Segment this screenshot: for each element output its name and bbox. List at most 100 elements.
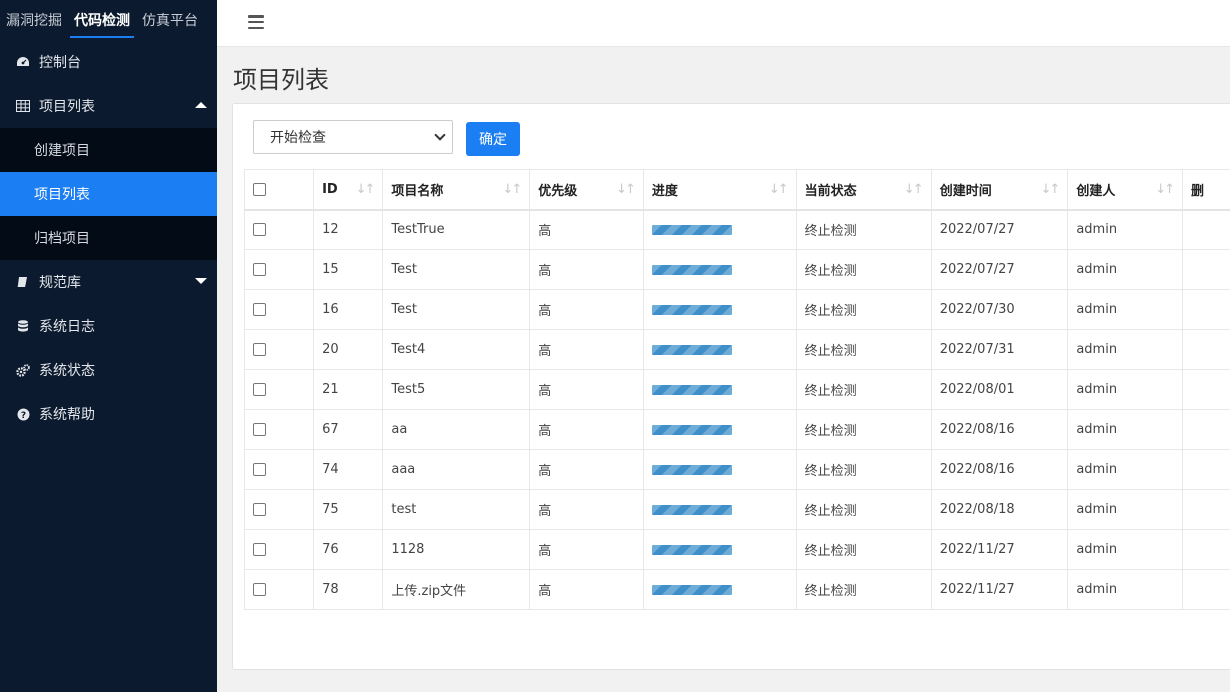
row-checkbox[interactable] [253, 463, 266, 476]
sidebar-item-label: 系统状态 [39, 363, 95, 379]
sidebar-item-dashboard[interactable]: 控制台 [0, 40, 217, 84]
row-select-cell [243, 329, 315, 370]
cell-delete [1182, 529, 1230, 570]
cell-created: 2022/11/27 [930, 529, 1069, 570]
question-circle-icon: ? [16, 407, 30, 421]
tab-code-detection[interactable]: 代码检测 [68, 0, 136, 40]
table-row[interactable]: 78 上传.zip文件 高 终止检测 2022/11/27 admin [243, 569, 1230, 610]
cell-id: 12 [313, 209, 384, 250]
cell-priority: 高 [529, 569, 644, 610]
cell-creator: admin [1067, 289, 1184, 330]
tab-simulation[interactable]: 仿真平台 [136, 0, 204, 40]
cell-id: 15 [313, 249, 384, 290]
sort-icon[interactable]: ↓↑ [356, 182, 376, 197]
sidebar-subitem-project-list[interactable]: 项目列表 [0, 172, 217, 216]
header-label: 优先级 [538, 183, 578, 199]
cell-creator: admin [1067, 489, 1184, 530]
cell-id: 75 [313, 489, 384, 530]
sort-icon[interactable]: ↓↑ [502, 182, 522, 197]
row-checkbox[interactable] [253, 303, 266, 316]
action-select-value: 开始检查 [270, 130, 326, 146]
table-row[interactable]: 12 TestTrue 高 终止检测 2022/07/27 admin [243, 209, 1230, 250]
row-select-cell [243, 249, 315, 290]
row-select-cell [243, 569, 315, 610]
column-header-status[interactable]: 当前状态 ↓↑ [795, 169, 932, 211]
progress-bar [651, 504, 732, 515]
row-checkbox[interactable] [253, 503, 266, 516]
sidebar-item-system-status[interactable]: 系统状态 [0, 348, 217, 392]
table-row[interactable]: 15 Test 高 终止检测 2022/07/27 admin [243, 249, 1230, 290]
column-header-id[interactable]: ID ↓↑ [313, 169, 384, 211]
table-row[interactable]: 75 test 高 终止检测 2022/08/18 admin [243, 489, 1230, 530]
row-checkbox[interactable] [253, 583, 266, 596]
sidebar-submenu: 创建项目 项目列表 归档项目 [0, 128, 217, 260]
svg-text:?: ? [20, 411, 25, 421]
cell-progress [642, 289, 797, 330]
header-label: ID [322, 181, 338, 197]
sort-icon[interactable]: ↓↑ [769, 182, 789, 197]
cell-status: 终止检测 [795, 369, 932, 410]
cell-status: 终止检测 [795, 569, 932, 610]
sort-icon[interactable]: ↓↑ [1155, 182, 1175, 197]
sidebar-item-label: 规范库 [39, 275, 81, 291]
cell-created: 2022/07/30 [930, 289, 1069, 330]
column-header-name[interactable]: 项目名称 ↓↑ [382, 169, 531, 211]
cell-created: 2022/07/27 [930, 249, 1069, 290]
cell-id: 78 [313, 569, 384, 610]
tab-vuln-mining[interactable]: 漏洞挖掘 [0, 0, 68, 40]
menu-toggle-icon[interactable] [248, 15, 264, 29]
table-icon [16, 99, 30, 113]
row-checkbox[interactable] [253, 223, 266, 237]
table-row[interactable]: 74 aaa 高 终止检测 2022/08/16 admin [243, 449, 1230, 490]
cell-id: 67 [313, 409, 384, 450]
sidebar-item-project-list[interactable]: 项目列表 [0, 84, 217, 128]
dashboard-icon [16, 55, 30, 69]
cell-id: 21 [313, 369, 384, 410]
column-header-delete[interactable]: 删 [1182, 169, 1230, 211]
sort-icon[interactable]: ↓↑ [1041, 182, 1061, 197]
page-title: 项目列表 [233, 66, 329, 94]
sort-icon[interactable]: ↓↑ [616, 182, 636, 197]
cell-progress [642, 209, 797, 250]
cell-status: 终止检测 [795, 329, 932, 370]
table-row[interactable]: 16 Test 高 终止检测 2022/07/30 admin [243, 289, 1230, 330]
sidebar-subitem-archived-projects[interactable]: 归档项目 [0, 216, 217, 260]
cell-delete [1182, 249, 1230, 290]
sort-icon[interactable]: ↓↑ [904, 182, 924, 197]
cell-status: 终止检测 [795, 249, 932, 290]
column-header-priority[interactable]: 优先级 ↓↑ [529, 169, 644, 211]
select-all-cell [243, 169, 315, 211]
chevron-down-icon [434, 129, 446, 141]
cell-name: 上传.zip文件 [382, 569, 531, 610]
cell-delete [1182, 289, 1230, 330]
row-checkbox[interactable] [253, 423, 266, 436]
action-select[interactable]: 开始检查 [253, 120, 453, 154]
sidebar-item-system-log[interactable]: 系统日志 [0, 304, 217, 348]
cell-creator: admin [1067, 369, 1184, 410]
table-row[interactable]: 76 1128 高 终止检测 2022/11/27 admin [243, 529, 1230, 570]
table-row[interactable]: 67 aa 高 终止检测 2022/08/16 admin [243, 409, 1230, 450]
row-checkbox[interactable] [253, 263, 266, 276]
header-label: 创建时间 [939, 183, 992, 199]
cell-status: 终止检测 [795, 489, 932, 530]
column-header-creator[interactable]: 创建人 ↓↑ [1067, 169, 1184, 211]
column-header-created[interactable]: 创建时间 ↓↑ [930, 169, 1069, 211]
sidebar-item-system-help[interactable]: ? 系统帮助 [0, 392, 217, 436]
column-header-progress[interactable]: 进度 ↓↑ [642, 169, 797, 211]
table-row[interactable]: 20 Test4 高 终止检测 2022/07/31 admin [243, 329, 1230, 370]
row-checkbox[interactable] [253, 343, 266, 356]
progress-bar [651, 304, 732, 315]
select-all-checkbox[interactable] [253, 182, 266, 196]
cell-status: 终止检测 [795, 409, 932, 450]
sidebar-subitem-create-project[interactable]: 创建项目 [0, 128, 217, 172]
confirm-button[interactable]: 确定 [466, 122, 520, 156]
sidebar-item-spec-library[interactable]: 规范库 [0, 260, 217, 304]
cell-priority: 高 [529, 329, 644, 370]
cell-name: Test5 [382, 369, 531, 410]
cell-delete [1182, 489, 1230, 530]
row-checkbox[interactable] [253, 383, 266, 396]
cell-delete [1182, 369, 1230, 410]
row-checkbox[interactable] [253, 543, 266, 556]
cell-delete [1182, 449, 1230, 490]
table-row[interactable]: 21 Test5 高 终止检测 2022/08/01 admin [243, 369, 1230, 410]
